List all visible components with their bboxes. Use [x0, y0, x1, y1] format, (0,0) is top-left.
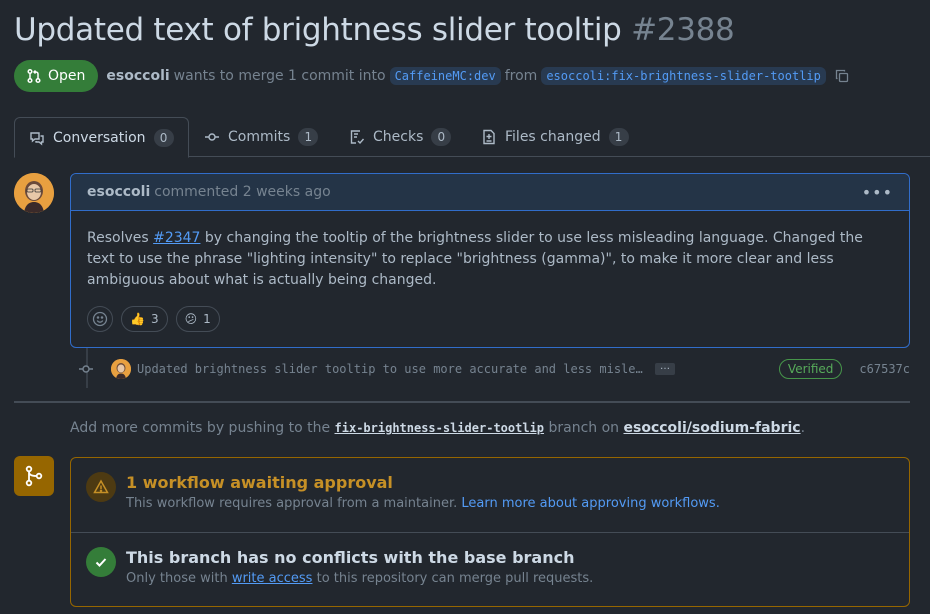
- merge-box: 1 workflow awaiting approval This workfl…: [70, 457, 910, 607]
- issue-link[interactable]: #2347: [153, 230, 200, 246]
- merge-box-divider: [71, 532, 909, 533]
- pr-number: #2388: [631, 12, 735, 48]
- copy-icon[interactable]: [834, 68, 850, 84]
- commit-message-link[interactable]: Updated brightness slider tooltip to use…: [137, 362, 645, 376]
- comment-text: by changing the tooltip of the brightnes…: [87, 230, 863, 288]
- conflict-subtitle-text: to this repository can merge pull reques…: [316, 571, 594, 586]
- verified-badge[interactable]: Verified: [778, 359, 843, 379]
- commit-row: Updated brightness slider tooltip to use…: [78, 356, 910, 382]
- alert-icon: [86, 472, 116, 502]
- commit-sha-link[interactable]: c67537c: [859, 362, 910, 376]
- workflow-subtitle: This workflow requires approval from a m…: [126, 494, 720, 514]
- pr-meta: Open esoccoli wants to merge 1 commit in…: [14, 60, 850, 92]
- reaction-confused[interactable]: 😕 1: [175, 306, 220, 332]
- git-commit-icon: [79, 365, 93, 373]
- tab-label: Commits: [228, 129, 291, 145]
- branch-link[interactable]: fix-brightness-slider-tootlip: [335, 421, 545, 435]
- check-icon: [86, 547, 116, 577]
- confused-icon: 😕: [184, 312, 198, 326]
- comment-header: esoccoli commented 2 weeks ago •••: [71, 174, 909, 211]
- kebab-menu-icon[interactable]: •••: [862, 183, 893, 202]
- workflow-status: 1 workflow awaiting approval This workfl…: [71, 472, 909, 514]
- expand-commit-button[interactable]: …: [655, 362, 675, 375]
- comment-discussion-icon: [30, 131, 44, 145]
- page-title: Updated text of brightness slider toolti…: [14, 12, 735, 48]
- tab-counter: 1: [608, 128, 629, 146]
- workflow-title: 1 workflow awaiting approval: [126, 473, 393, 492]
- reaction-thumbs-up[interactable]: 👍 3: [121, 306, 168, 332]
- smiley-icon: [92, 311, 108, 327]
- conflict-subtitle-text: Only those with: [126, 571, 228, 586]
- avatar-image: [14, 173, 54, 213]
- tab-counter: 0: [431, 128, 452, 146]
- repo-link[interactable]: esoccoli/sodium-fabric: [624, 420, 801, 436]
- pr-title: Updated text of brightness slider toolti…: [14, 12, 622, 48]
- comment-text: Resolves: [87, 230, 149, 246]
- pr-tabs: Conversation 0 Commits 1 Checks 0 Files …: [14, 117, 930, 158]
- add-reaction-button[interactable]: [87, 306, 113, 332]
- commit-author-avatar[interactable]: [111, 359, 131, 379]
- git-commit-icon: [205, 133, 219, 141]
- comment-action: commented: [154, 184, 239, 200]
- comment-box: esoccoli commented 2 weeks ago ••• Resol…: [70, 173, 910, 348]
- push-hint-text: .: [800, 420, 806, 436]
- head-branch-link[interactable]: esoccoli:fix-brightness-slider-tootlip: [541, 67, 826, 85]
- comment-body: Resolves #2347 by changing the tooltip o…: [71, 211, 909, 291]
- avatar-image: [111, 359, 131, 379]
- git-merge-icon: [14, 456, 54, 496]
- tab-checks[interactable]: Checks 0: [349, 117, 452, 157]
- base-branch-link[interactable]: CaffeineMC:dev: [389, 67, 501, 85]
- tab-commits[interactable]: Commits 1: [204, 117, 319, 157]
- thumbs-up-icon: 👍: [130, 312, 145, 326]
- avatar[interactable]: [14, 173, 54, 213]
- tab-files-changed[interactable]: Files changed 1: [481, 117, 629, 157]
- tab-label: Files changed: [505, 129, 601, 145]
- tab-label: Checks: [373, 129, 424, 145]
- conflict-title: This branch has no conflicts with the ba…: [126, 548, 575, 567]
- workflow-subtitle-text: This workflow requires approval from a m…: [126, 496, 458, 511]
- git-pull-request-icon: [27, 68, 41, 84]
- comment-author-link[interactable]: esoccoli: [87, 184, 150, 200]
- file-diff-icon: [483, 129, 495, 145]
- reactions-bar: 👍 3 😕 1: [87, 306, 220, 332]
- checklist-icon: [350, 130, 365, 145]
- reaction-count: 3: [150, 312, 159, 326]
- tab-counter: 1: [298, 128, 319, 146]
- reaction-count: 1: [203, 312, 211, 326]
- comment-timestamp[interactable]: 2 weeks ago: [243, 184, 331, 200]
- learn-more-link[interactable]: Learn more about approving workflows.: [461, 496, 719, 511]
- status-label: Open: [48, 68, 86, 84]
- write-access-link[interactable]: write access: [232, 571, 313, 586]
- tab-counter: 0: [153, 128, 174, 147]
- tab-label: Conversation: [53, 129, 146, 146]
- push-hint-text: Add more commits by pushing to the: [70, 420, 331, 436]
- conflict-subtitle: Only those with write access to this rep…: [126, 569, 593, 589]
- status-badge: Open: [14, 60, 99, 92]
- push-hint: Add more commits by pushing to the fix-b…: [70, 420, 805, 436]
- push-hint-text: branch on: [548, 420, 620, 436]
- tab-conversation[interactable]: Conversation 0: [14, 117, 189, 158]
- merge-text: wants to merge 1 commit into: [173, 68, 386, 84]
- conflict-status: This branch has no conflicts with the ba…: [71, 547, 909, 589]
- from-text: from: [504, 68, 538, 84]
- timeline-divider: [14, 401, 910, 403]
- pr-author-link[interactable]: esoccoli: [106, 68, 169, 84]
